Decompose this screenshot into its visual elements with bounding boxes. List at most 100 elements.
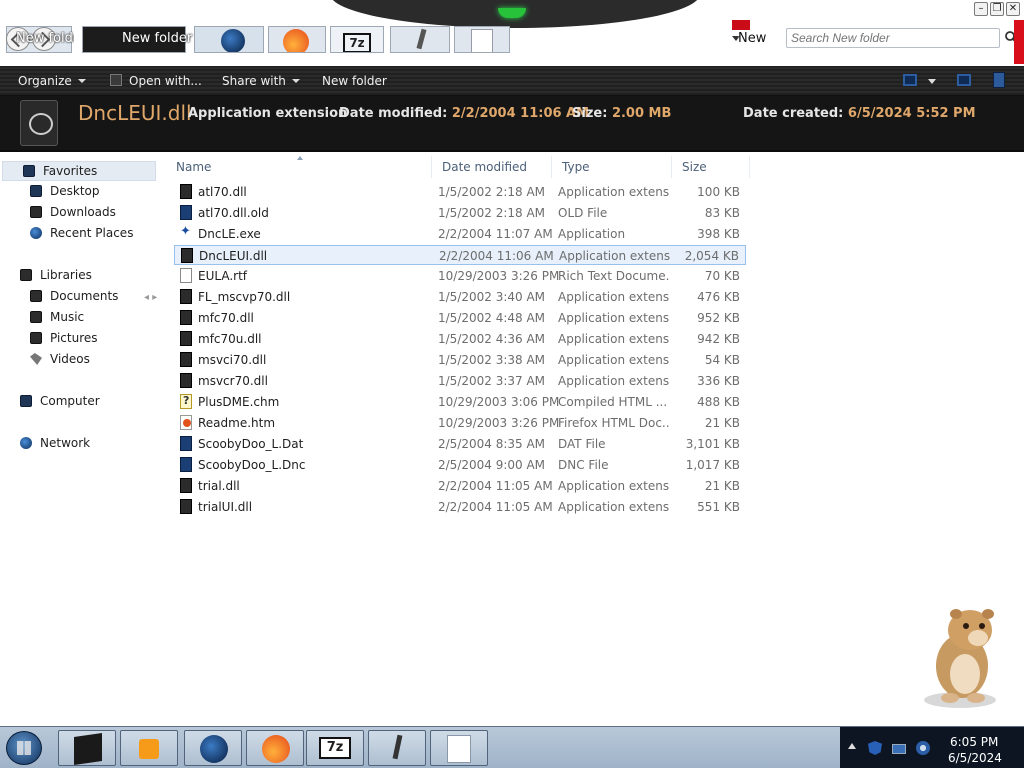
quick-launch-document[interactable]: [454, 26, 510, 53]
chevron-down-icon: [291, 79, 300, 83]
help-icon[interactable]: [993, 72, 1005, 88]
date-created-value: 6/5/2024 5:52 PM: [847, 106, 976, 121]
table-row[interactable]: msvci70.dll 1/5/2002 3:38 AM Application e…: [174, 350, 746, 370]
start-button[interactable]: [6, 731, 42, 765]
address-accent: [732, 20, 750, 30]
nav-recent-places[interactable]: Recent Places: [30, 223, 133, 243]
nav-computer[interactable]: Computer: [20, 391, 100, 411]
table-row[interactable]: PlusDME.chm 10/29/2003 3:06 PMCompiled HT…: [174, 392, 746, 412]
column-header-date[interactable]: Date modified: [432, 156, 552, 178]
table-row[interactable]: FL_mscvp70.dll 1/5/2002 3:40 AM Applicatio…: [174, 287, 746, 307]
videos-icon: [30, 353, 42, 365]
file-type: Application extens...: [558, 311, 670, 325]
taskbar-media-player[interactable]: [120, 730, 178, 766]
nav-desktop[interactable]: Desktop: [30, 181, 100, 201]
preview-pane-icon[interactable]: [957, 74, 971, 86]
desktop-icon: [30, 185, 42, 197]
file-date-modified: 2/2/2004 11:06 AM: [439, 249, 554, 263]
navigation-pane: Favorites Desktop Downloads Recent Place…: [0, 152, 166, 726]
shield-icon[interactable]: [868, 741, 882, 755]
quick-launch-7zip[interactable]: 7z: [330, 26, 384, 53]
view-options-chevron-icon[interactable]: [928, 79, 936, 84]
file-type: Application extens...: [559, 249, 671, 263]
nav-videos[interactable]: Videos: [30, 349, 90, 369]
taskbar-explorer[interactable]: [58, 730, 116, 766]
date-modified-value: 2/2/2004 11:06 AM: [451, 106, 590, 121]
clock-date[interactable]: 6/5/2024: [948, 751, 1002, 765]
file-date-modified: 1/5/2002 2:18 AM: [438, 185, 546, 199]
firefox-icon: [262, 735, 290, 763]
file-type: Application: [558, 227, 626, 241]
size-value: 2.00 MB: [611, 106, 672, 121]
file-size: 952 KB: [697, 311, 740, 325]
address-crumb-3[interactable]: New: [738, 31, 766, 46]
file-type: DAT File: [558, 437, 606, 451]
new-folder-button[interactable]: New folder: [322, 74, 387, 88]
file-type: Application extens...: [558, 353, 670, 367]
date-created-detail: Date created: 6/5/2024 5:52 PM: [743, 106, 976, 121]
minimize-button[interactable]: –: [974, 2, 988, 16]
share-with-label: Share with: [222, 74, 286, 88]
share-with-button[interactable]: Share with: [222, 74, 300, 88]
file-date-modified: 1/5/2002 3:37 AM: [438, 374, 546, 388]
size-detail: Size: 2.00 MB: [572, 106, 671, 121]
nav-favorites-label: Favorites: [43, 164, 98, 178]
column-header-name[interactable]: Name: [166, 156, 432, 178]
table-row[interactable]: Readme.htm 10/29/2003 3:26 PM Firefox HTML…: [174, 413, 746, 433]
search-input[interactable]: [786, 28, 1000, 48]
7zip-icon: 7z: [319, 737, 351, 759]
table-row[interactable]: ScoobyDoo_L.Dnc 2/5/2004 9:00 AM DNC File 1…: [174, 455, 746, 475]
taskbar-document[interactable]: [430, 730, 488, 766]
quick-launch-firefox[interactable]: [268, 26, 326, 53]
nav-favorites[interactable]: Favorites: [2, 161, 156, 181]
nav-music[interactable]: Music: [30, 307, 84, 327]
file-size: 942 KB: [697, 332, 740, 346]
file-name: FL_mscvp70.dll: [198, 290, 291, 304]
quick-launch-pen[interactable]: [390, 26, 450, 53]
date-created-label: Date created:: [743, 106, 844, 121]
nav-libraries[interactable]: Libraries: [20, 265, 92, 285]
file-date-modified: 10/29/2003 3:26 PM: [438, 416, 560, 430]
nav-documents[interactable]: Documents: [30, 286, 118, 306]
file-date-modified: 1/5/2002 3:38 AM: [438, 353, 546, 367]
maximize-button[interactable]: ❐: [990, 2, 1004, 16]
favorites-icon: [23, 165, 35, 177]
media-player-icon: [139, 739, 159, 759]
computer-icon: [20, 395, 32, 407]
table-row[interactable]: mfc70.dll 1/5/2002 4:48 AM Application ext…: [174, 308, 746, 328]
table-row[interactable]: atl70.dll.old 1/5/2002 2:18 AM OLD File 83 …: [174, 203, 746, 223]
table-row[interactable]: trialUI.dll 2/2/2004 11:05 AM Application …: [174, 497, 746, 517]
table-row[interactable]: DncLE.exe 2/2/2004 11:07 AM Application 398…: [174, 224, 746, 244]
table-row[interactable]: EULA.rtf 10/29/2003 3:26 PM Rich Text Docu…: [174, 266, 746, 286]
table-row[interactable]: trial.dll 2/2/2004 11:05 AM Application ex…: [174, 476, 746, 496]
open-with-button[interactable]: Open with...: [129, 74, 202, 88]
clock-time[interactable]: 6:05 PM: [950, 735, 998, 749]
show-hidden-icons-icon[interactable]: [848, 743, 856, 749]
table-row[interactable]: msvcr70.dll 1/5/2002 3:37 AM Application e…: [174, 371, 746, 391]
column-header-type[interactable]: Type: [552, 156, 672, 178]
table-row[interactable]: DncLEUI.dll 2/2/2004 11:06 AM Application …: [174, 245, 746, 265]
taskbar-firefox[interactable]: [246, 730, 304, 766]
taskbar-globe[interactable]: [184, 730, 242, 766]
close-button[interactable]: ✕: [1006, 2, 1020, 16]
table-row[interactable]: mfc70u.dll 1/5/2002 4:36 AM Application ex…: [174, 329, 746, 349]
nav-downloads[interactable]: Downloads: [30, 202, 116, 222]
table-row[interactable]: atl70.dll 1/5/2002 2:18 AM Application ext…: [174, 182, 746, 202]
taskbar-7zip[interactable]: 7z: [306, 730, 364, 766]
file-size: 100 KB: [697, 185, 740, 199]
quick-launch-globe[interactable]: [194, 26, 264, 53]
file-date-modified: 1/5/2002 2:18 AM: [438, 206, 546, 220]
taskbar-pen[interactable]: [368, 730, 426, 766]
address-crumb-2[interactable]: New folder: [122, 31, 192, 46]
table-row[interactable]: ScoobyDoo_L.Dat 2/5/2004 8:35 AM DAT File 3…: [174, 434, 746, 454]
volume-icon[interactable]: [916, 741, 930, 755]
network-tray-icon[interactable]: [892, 744, 906, 754]
nav-pictures[interactable]: Pictures: [30, 328, 98, 348]
column-header-size[interactable]: Size: [672, 156, 750, 178]
nav-network[interactable]: Network: [20, 433, 90, 453]
file-date-modified: 2/2/2004 11:05 AM: [438, 500, 553, 514]
change-view-icon[interactable]: [903, 74, 917, 86]
organize-button[interactable]: Organize: [18, 74, 86, 88]
address-crumb-1[interactable]: New folde: [16, 31, 74, 46]
taskbar: 7z 6:05 PM 6/5/2024: [0, 726, 1024, 768]
